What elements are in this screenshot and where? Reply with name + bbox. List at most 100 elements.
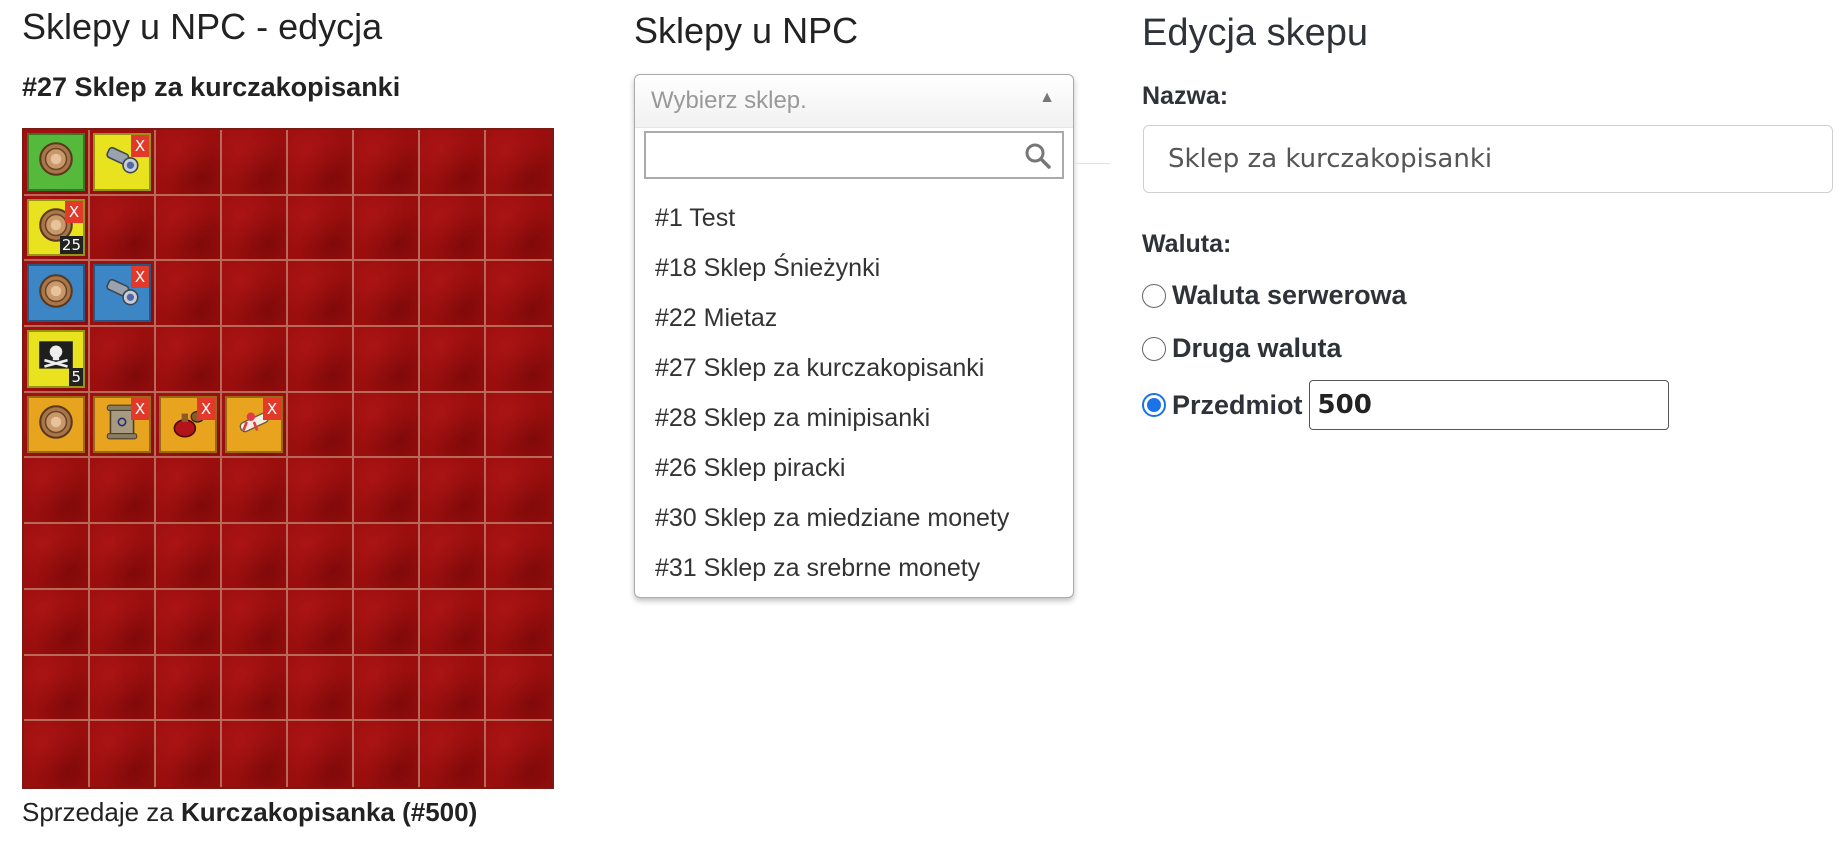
inventory-slot-empty[interactable] bbox=[486, 327, 552, 393]
inventory-slot-empty[interactable] bbox=[420, 261, 486, 328]
inventory-slot-empty[interactable] bbox=[486, 195, 552, 262]
chevron-up-icon[interactable]: ▲ bbox=[1039, 89, 1055, 107]
inventory-slot-filled[interactable]: X bbox=[90, 392, 156, 459]
inventory-slot-empty[interactable] bbox=[24, 458, 90, 525]
inventory-slot-empty[interactable] bbox=[222, 524, 288, 590]
inventory-slot-filled[interactable] bbox=[24, 392, 90, 459]
shop-item[interactable]: X bbox=[93, 395, 151, 454]
inventory-slot-empty[interactable] bbox=[90, 524, 156, 590]
item-currency-label[interactable]: Przedmiot bbox=[1172, 390, 1303, 421]
inventory-slot-empty[interactable] bbox=[156, 327, 222, 393]
inventory-slot-empty[interactable] bbox=[24, 524, 90, 590]
shop-option[interactable]: #22 Mietaz bbox=[635, 293, 1073, 343]
inventory-slot-empty[interactable] bbox=[354, 721, 420, 787]
shop-option[interactable]: #28 Sklep za minipisanki bbox=[635, 393, 1073, 443]
inventory-slot-empty[interactable] bbox=[156, 195, 222, 262]
inventory-slot-empty[interactable] bbox=[90, 589, 156, 656]
inventory-slot-empty[interactable] bbox=[420, 589, 486, 656]
inventory-slot-empty[interactable] bbox=[288, 327, 354, 393]
inventory-slot-filled[interactable]: X bbox=[90, 130, 156, 196]
inventory-slot-empty[interactable] bbox=[288, 261, 354, 328]
inventory-slot-empty[interactable] bbox=[288, 130, 354, 196]
inventory-slot-empty[interactable] bbox=[156, 261, 222, 328]
shop-name-input[interactable] bbox=[1143, 125, 1833, 193]
inventory-slot-empty[interactable] bbox=[288, 589, 354, 656]
inventory-slot-empty[interactable] bbox=[156, 524, 222, 590]
inventory-slot-empty[interactable] bbox=[354, 655, 420, 722]
shop-item[interactable] bbox=[27, 133, 85, 191]
remove-item-button[interactable]: X bbox=[131, 397, 149, 420]
item-id-input[interactable] bbox=[1308, 380, 1669, 430]
inventory-slot-empty[interactable] bbox=[420, 458, 486, 525]
inventory-slot-empty[interactable] bbox=[420, 655, 486, 722]
inventory-slot-empty[interactable] bbox=[222, 327, 288, 393]
inventory-slot-empty[interactable] bbox=[156, 589, 222, 656]
inventory-slot-empty[interactable] bbox=[486, 589, 552, 656]
currency-option-item[interactable]: Przedmiot bbox=[1142, 380, 1669, 430]
inventory-slot-empty[interactable] bbox=[354, 327, 420, 393]
shop-item[interactable]: X bbox=[159, 395, 217, 454]
shop-select-header[interactable]: Wybierz sklep. ▲ bbox=[635, 75, 1073, 128]
shop-item[interactable] bbox=[27, 264, 85, 323]
item-currency-radio[interactable] bbox=[1142, 393, 1166, 417]
inventory-slot-empty[interactable] bbox=[222, 261, 288, 328]
inventory-slot-filled[interactable]: X bbox=[90, 261, 156, 328]
inventory-slot-filled[interactable] bbox=[24, 130, 90, 196]
shop-option[interactable]: #30 Sklep za miedziane monety bbox=[635, 493, 1073, 543]
inventory-slot-filled[interactable]: 5 bbox=[24, 327, 90, 393]
inventory-slot-filled[interactable]: X bbox=[156, 392, 222, 459]
shop-search-box[interactable] bbox=[644, 131, 1064, 179]
remove-item-button[interactable]: X bbox=[263, 397, 281, 420]
inventory-slot-empty[interactable] bbox=[288, 392, 354, 459]
inventory-slot-empty[interactable] bbox=[420, 721, 486, 787]
inventory-slot-empty[interactable] bbox=[288, 524, 354, 590]
inventory-slot-filled[interactable]: X 25 bbox=[24, 195, 90, 262]
shop-item[interactable] bbox=[27, 395, 85, 454]
inventory-slot-empty[interactable] bbox=[354, 130, 420, 196]
inventory-slot-empty[interactable] bbox=[90, 195, 156, 262]
inventory-slot-empty[interactable] bbox=[420, 195, 486, 262]
inventory-slot-empty[interactable] bbox=[222, 655, 288, 722]
shop-item[interactable]: X bbox=[225, 395, 283, 454]
inventory-slot-empty[interactable] bbox=[90, 458, 156, 525]
shop-item[interactable]: X bbox=[93, 133, 151, 191]
inventory-slot-empty[interactable] bbox=[222, 195, 288, 262]
shop-select-dropdown[interactable]: Wybierz sklep. ▲ #1 Test #18 Sklep Śnieży… bbox=[634, 74, 1074, 598]
remove-item-button[interactable]: X bbox=[131, 266, 149, 289]
inventory-slot-empty[interactable] bbox=[486, 392, 552, 459]
inventory-slot-empty[interactable] bbox=[90, 327, 156, 393]
shop-item[interactable]: 5 bbox=[27, 330, 85, 388]
shop-option[interactable]: #18 Sklep Śnieżynki bbox=[635, 243, 1073, 293]
inventory-slot-empty[interactable] bbox=[420, 327, 486, 393]
shop-option[interactable]: #26 Sklep piracki bbox=[635, 443, 1073, 493]
inventory-slot-empty[interactable] bbox=[486, 524, 552, 590]
inventory-slot-filled[interactable] bbox=[24, 261, 90, 328]
inventory-slot-empty[interactable] bbox=[288, 721, 354, 787]
currency-option-server[interactable]: Waluta serwerowa bbox=[1142, 280, 1407, 311]
inventory-slot-empty[interactable] bbox=[486, 130, 552, 196]
shop-option[interactable]: #31 Sklep za srebrne monety bbox=[635, 543, 1073, 593]
shop-item[interactable]: X 25 bbox=[27, 198, 85, 257]
inventory-slot-empty[interactable] bbox=[156, 721, 222, 787]
inventory-slot-empty[interactable] bbox=[24, 721, 90, 787]
shop-option[interactable]: #1 Test bbox=[635, 193, 1073, 243]
inventory-slot-empty[interactable] bbox=[486, 655, 552, 722]
inventory-slot-empty[interactable] bbox=[420, 524, 486, 590]
remove-item-button[interactable]: X bbox=[65, 200, 83, 223]
inventory-slot-empty[interactable] bbox=[156, 130, 222, 196]
inventory-slot-empty[interactable] bbox=[354, 524, 420, 590]
shop-item[interactable]: X bbox=[93, 264, 151, 323]
inventory-slot-empty[interactable] bbox=[486, 458, 552, 525]
second-currency-label[interactable]: Druga waluta bbox=[1172, 333, 1342, 364]
inventory-slot-empty[interactable] bbox=[90, 655, 156, 722]
inventory-slot-empty[interactable] bbox=[420, 392, 486, 459]
inventory-slot-empty[interactable] bbox=[222, 458, 288, 525]
inventory-slot-filled[interactable]: X bbox=[222, 392, 288, 459]
remove-item-button[interactable]: X bbox=[131, 135, 149, 157]
inventory-slot-empty[interactable] bbox=[222, 589, 288, 656]
inventory-slot-empty[interactable] bbox=[90, 721, 156, 787]
second-currency-radio[interactable] bbox=[1142, 336, 1166, 361]
inventory-slot-empty[interactable] bbox=[486, 721, 552, 787]
inventory-slot-empty[interactable] bbox=[24, 589, 90, 656]
inventory-slot-empty[interactable] bbox=[354, 458, 420, 525]
